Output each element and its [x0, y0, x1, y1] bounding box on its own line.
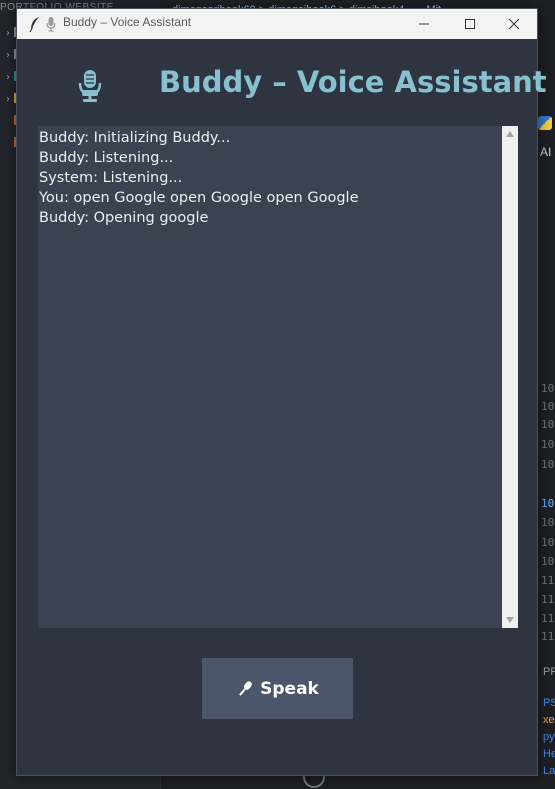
- window-title: Buddy – Voice Assistant: [63, 15, 192, 29]
- scroll-up-arrow-icon[interactable]: [502, 126, 518, 142]
- app-window: Buddy – Voice Assistant Buddy – Voice As…: [16, 8, 547, 776]
- speak-button-label: Speak: [260, 678, 319, 699]
- maximize-icon: [465, 19, 475, 29]
- terminal-line: La: [543, 765, 555, 777]
- minimize-icon: [419, 23, 429, 25]
- microphone-icon: [45, 16, 59, 32]
- page-title: Buddy – Voice Assistant: [159, 65, 547, 99]
- line-number: 11: [541, 574, 555, 587]
- speak-button[interactable]: Speak: [202, 658, 353, 719]
- maximize-button[interactable]: [447, 9, 493, 39]
- close-button[interactable]: [491, 9, 537, 39]
- terminal-line: PS: [543, 697, 555, 709]
- line-number: 11: [541, 630, 555, 643]
- python-icon: [538, 116, 552, 130]
- line-number: 10: [541, 438, 555, 451]
- chat-line: Buddy: Opening google: [39, 210, 209, 226]
- line-number: 10: [541, 458, 555, 471]
- line-number: 11: [541, 593, 555, 606]
- minimize-button[interactable]: [401, 9, 447, 39]
- microphone-icon: [239, 680, 252, 696]
- line-number: 10: [541, 536, 555, 549]
- chat-line: System: Listening...: [39, 170, 183, 186]
- terminal-line: He: [543, 748, 555, 760]
- chat-line: You: open Google open Google open Google: [39, 190, 359, 206]
- line-number: 10: [541, 382, 555, 395]
- ide-ai-label: AI: [540, 145, 552, 159]
- line-number-active: 10: [541, 497, 555, 510]
- ide-panel-label: PR: [543, 666, 555, 678]
- scroll-down-arrow-icon[interactable]: [502, 612, 518, 628]
- terminal-line: xe: [543, 714, 555, 726]
- terminal-line: py: [543, 731, 555, 743]
- microphone-icon: [77, 69, 103, 103]
- line-number: 10: [541, 400, 555, 413]
- chat-line: Buddy: Initializing Buddy...: [39, 130, 231, 146]
- close-icon: [508, 18, 520, 30]
- line-number: 11: [541, 612, 555, 625]
- ide-editor-edge: AI 10 10 10 10 10 10 10 10 10 11 11 11 1…: [538, 0, 555, 789]
- feather-icon: [27, 16, 43, 33]
- line-number: 10: [541, 516, 555, 529]
- window-titlebar[interactable]: Buddy – Voice Assistant: [17, 9, 537, 39]
- chat-log[interactable]: Buddy: Initializing Buddy... Buddy: List…: [38, 126, 518, 628]
- chat-log-content[interactable]: Buddy: Initializing Buddy... Buddy: List…: [38, 126, 502, 628]
- app-header: Buddy – Voice Assistant: [17, 39, 547, 123]
- chat-scrollbar[interactable]: [502, 126, 518, 628]
- line-number: 10: [541, 555, 555, 568]
- line-number: 10: [541, 418, 555, 431]
- chat-line: Buddy: Listening...: [39, 150, 174, 166]
